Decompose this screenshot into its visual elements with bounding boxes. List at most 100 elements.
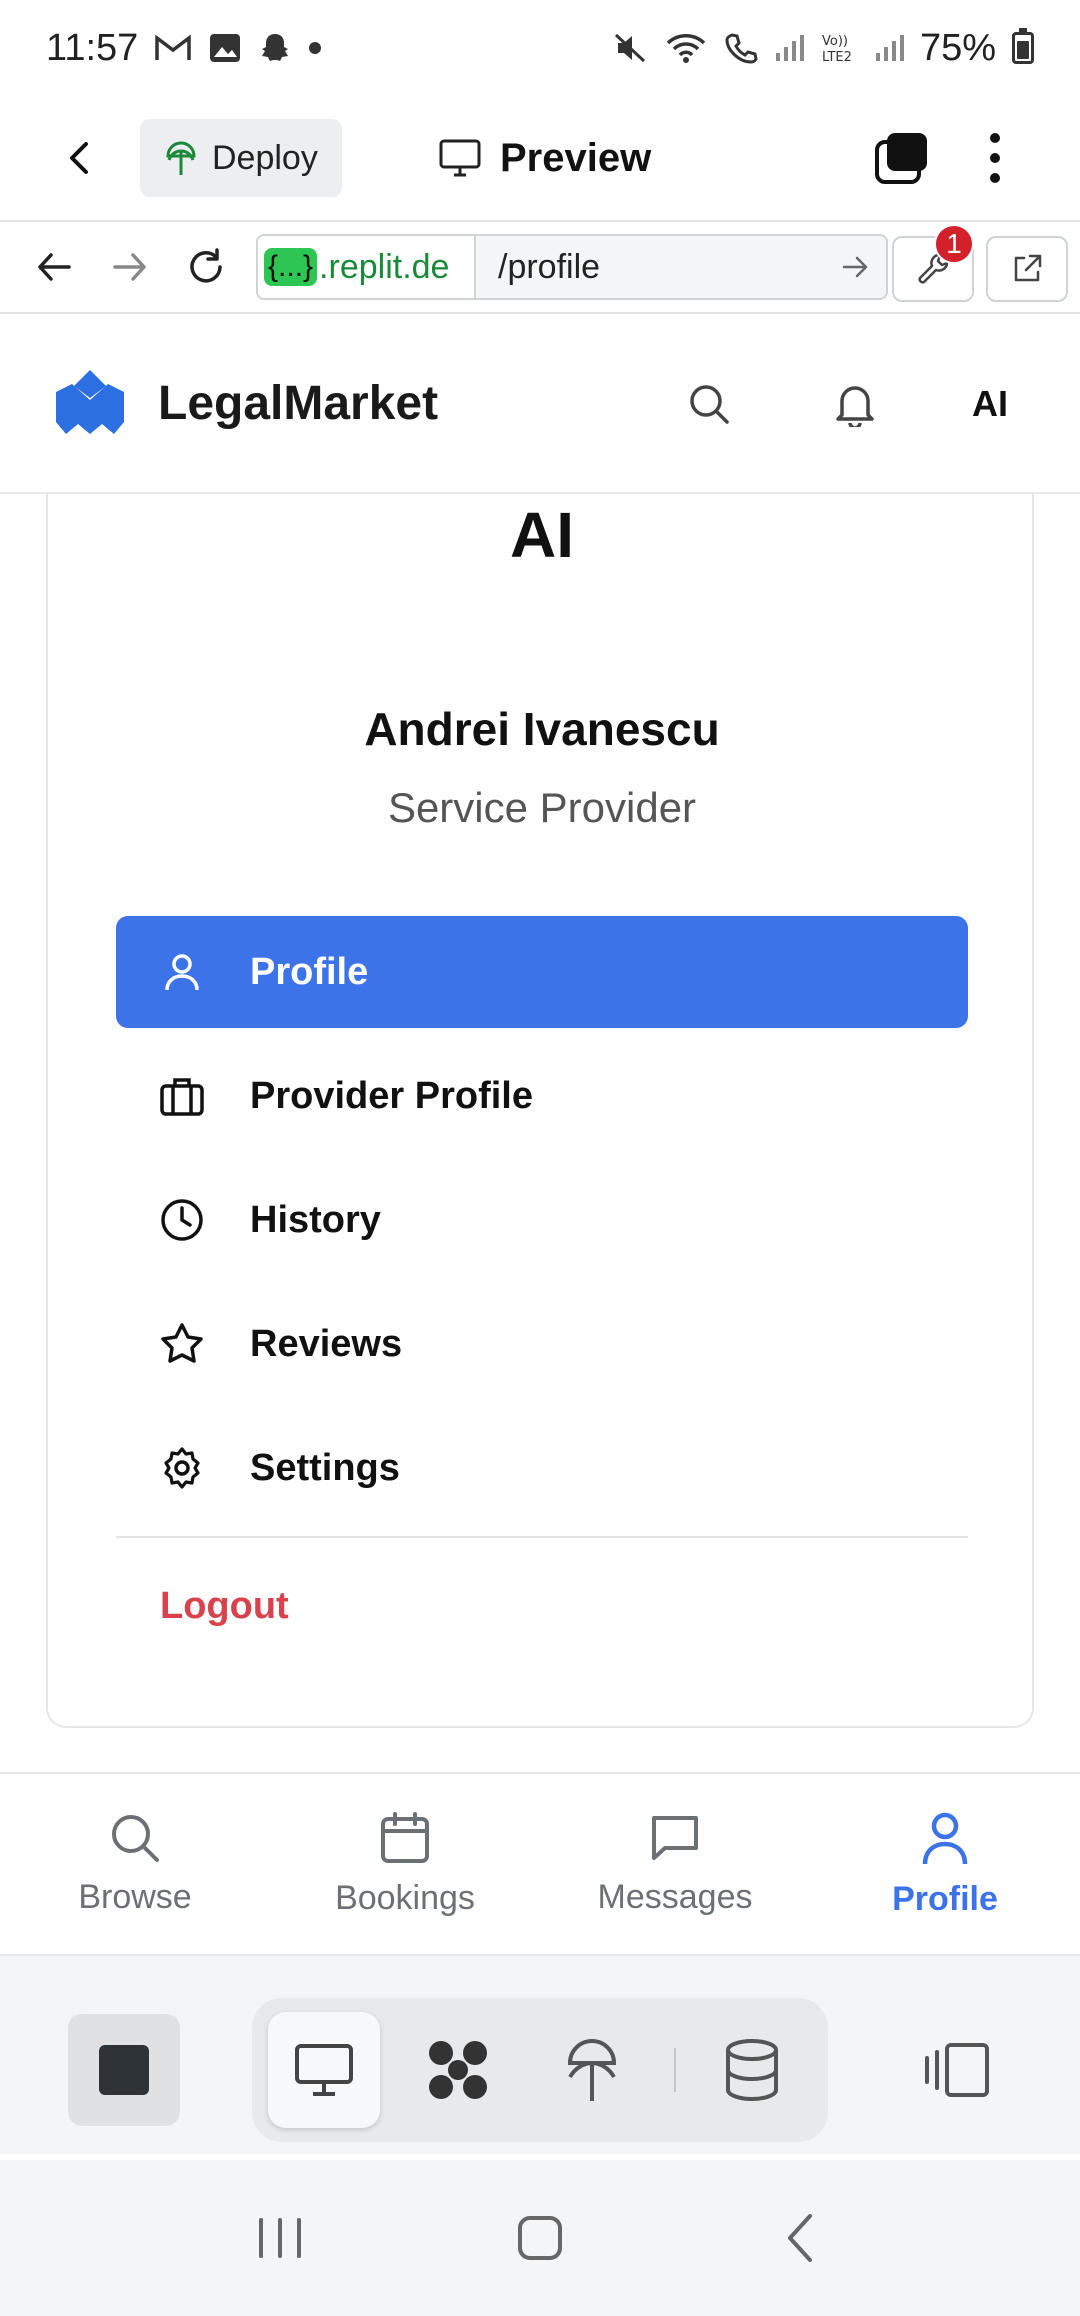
back-button[interactable]: [40, 118, 120, 198]
profile-menu: Profile Provider Profile History Reviews…: [116, 916, 968, 1674]
devtools-button[interactable]: 1: [892, 224, 974, 302]
gear-icon: [160, 1446, 204, 1490]
logout-button[interactable]: Logout: [116, 1538, 968, 1674]
calendar-icon: [381, 1811, 429, 1863]
notifications-button[interactable]: [820, 369, 890, 439]
clock-icon: [160, 1198, 204, 1242]
open-external-button[interactable]: [986, 236, 1068, 302]
tab-label: Profile: [892, 1879, 998, 1918]
home-button[interactable]: [490, 2188, 590, 2288]
tab-profile[interactable]: Profile: [810, 1774, 1080, 1954]
database-tool-button[interactable]: [696, 2012, 808, 2128]
wifi-icon: [664, 31, 708, 65]
profile-avatar: AI: [510, 499, 574, 571]
database-icon: [726, 2039, 778, 2102]
url-path: /profile: [498, 247, 601, 286]
profile-role: Service Provider: [387, 784, 697, 831]
arrow-right-icon: [113, 253, 146, 281]
signal-icon-2: [874, 33, 904, 63]
svg-text:LTE2: LTE2: [822, 50, 852, 65]
stop-button[interactable]: [68, 2014, 180, 2126]
volte-icon: Vo)) LTE2: [820, 31, 858, 65]
chevron-left-icon: [70, 142, 88, 174]
menu-item-label: History: [250, 1198, 381, 1241]
signal-icon: [774, 33, 804, 63]
search-button[interactable]: [674, 369, 744, 439]
preview-label: Preview: [500, 135, 652, 180]
mute-icon: [612, 31, 648, 65]
gmail-icon: [154, 33, 192, 63]
menu-item-profile[interactable]: Profile: [116, 916, 968, 1028]
briefcase-icon: [160, 1074, 204, 1118]
panel-icon: [925, 2043, 989, 2097]
bottom-navigation: Browse Bookings Messages Profile: [0, 1772, 1080, 1954]
bell-icon: [836, 386, 874, 427]
tab-bookings[interactable]: Bookings: [270, 1774, 540, 1954]
url-field[interactable]: {...} .replit.de /profile: [256, 234, 888, 300]
url-host-badge: {...}: [264, 248, 318, 286]
search-icon: [690, 385, 729, 424]
url-host-text: .replit.de: [319, 247, 450, 286]
menu-item-label: Profile: [250, 950, 369, 993]
brand-logo[interactable]: [50, 368, 130, 438]
android-nav-bar: [0, 2160, 1080, 2316]
replit-header: Deploy Preview: [0, 96, 1080, 220]
browser-back-button[interactable]: [18, 231, 90, 303]
url-host: {...} .replit.de: [258, 236, 476, 298]
search-icon: [112, 1814, 159, 1862]
tab-browse[interactable]: Browse: [0, 1774, 270, 1954]
notification-badge: 1: [934, 224, 974, 264]
brand-name[interactable]: LegalMarket: [158, 376, 438, 431]
agent-icon: [429, 2041, 487, 2099]
menu-item-label: Reviews: [250, 1322, 403, 1365]
stop-icon: [99, 2045, 149, 2095]
user-icon: [922, 1812, 968, 1864]
status-time: 11:57: [46, 26, 139, 69]
external-link-icon: [1014, 254, 1042, 282]
menu-item-history[interactable]: History: [116, 1164, 968, 1276]
url-go-button[interactable]: [826, 255, 886, 279]
notification-dot-icon: [308, 41, 322, 55]
gallery-icon: [208, 32, 242, 64]
recent-apps-icon: [259, 2218, 301, 2258]
chevron-left-icon: [788, 2214, 812, 2262]
battery-icon: [1012, 28, 1034, 64]
more-vertical-icon: [990, 133, 1000, 183]
user-icon: [160, 950, 204, 994]
menu-item-label: Provider Profile: [250, 1074, 533, 1117]
menu-item-settings[interactable]: Settings: [116, 1412, 968, 1524]
star-icon: [160, 1322, 204, 1366]
tool-separator: [674, 2048, 676, 2092]
profile-card: AI Andrei Ivanescu Service Provider Prof…: [46, 494, 1034, 1728]
monitor-icon: [439, 139, 481, 177]
menu-item-reviews[interactable]: Reviews: [116, 1288, 968, 1400]
more-options-button[interactable]: [960, 118, 1030, 198]
tab-messages[interactable]: Messages: [540, 1774, 810, 1954]
browser-forward-button[interactable]: [94, 231, 166, 303]
preview-tool-button[interactable]: [268, 2012, 380, 2128]
panel-toggle-button[interactable]: [900, 2014, 1012, 2126]
preview-title[interactable]: Preview: [438, 118, 651, 198]
refresh-icon: [190, 248, 222, 283]
deploy-tool-button[interactable]: [536, 2012, 648, 2128]
replit-toolbar: [0, 1954, 1080, 2174]
tabs-button[interactable]: [862, 118, 942, 198]
tabs-icon: [875, 133, 927, 184]
battery-percent: 75%: [919, 26, 996, 69]
tab-label: Bookings: [335, 1878, 475, 1917]
menu-item-label: Settings: [250, 1446, 400, 1489]
agent-tool-button[interactable]: [402, 2012, 514, 2128]
arrow-right-icon: [842, 256, 868, 278]
menu-item-provider-profile[interactable]: Provider Profile: [116, 1040, 968, 1152]
deploy-icon: [166, 141, 196, 175]
reload-button[interactable]: [170, 231, 242, 303]
snapchat-icon: [258, 31, 292, 65]
status-bar: 11:57 Vo)) LTE2 75%: [0, 0, 1080, 96]
recent-apps-button[interactable]: [230, 2188, 330, 2288]
user-avatar[interactable]: AI: [950, 369, 1030, 439]
deploy-button[interactable]: Deploy: [140, 119, 342, 197]
system-back-button[interactable]: [750, 2188, 850, 2288]
tab-label: Messages: [597, 1877, 753, 1916]
call-icon: [724, 31, 758, 65]
app-header: LegalMarket AI: [0, 314, 1080, 494]
